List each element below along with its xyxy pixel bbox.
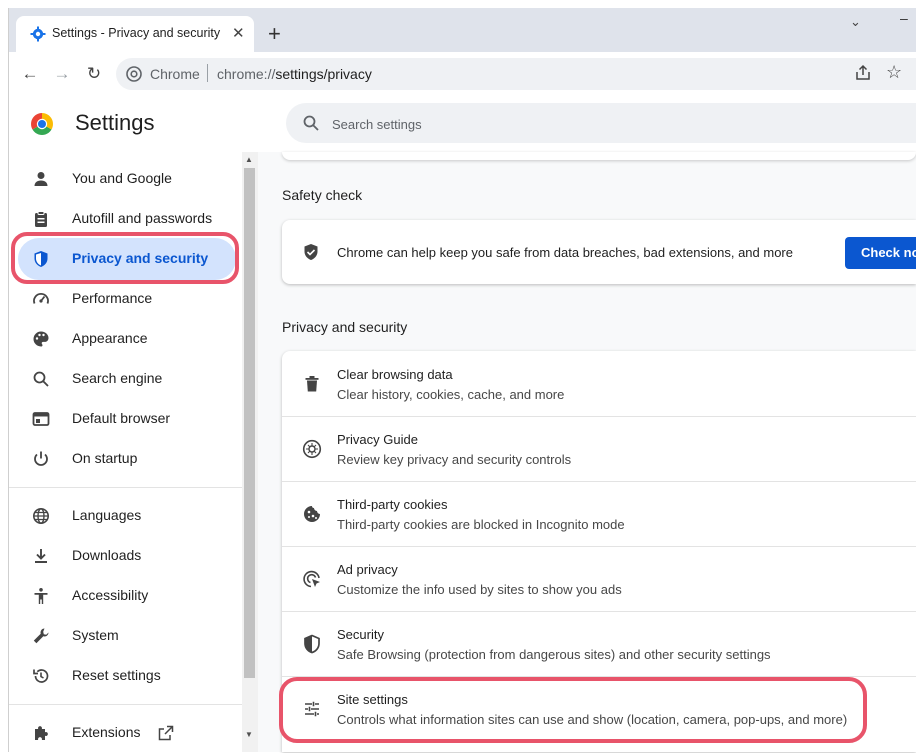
gear-icon [30, 26, 46, 42]
row-security[interactable]: Security Safe Browsing (protection from … [282, 611, 916, 676]
page-title: Settings [75, 110, 155, 135]
row-subtitle: Safe Browsing (protection from dangerous… [337, 647, 771, 662]
row-divider [282, 416, 916, 417]
sidebar-divider [8, 704, 242, 705]
annotation-highlight-ring [11, 232, 239, 284]
row-privacy-guide[interactable]: Privacy Guide Review key privacy and sec… [282, 416, 916, 481]
clipboard-icon [35, 211, 47, 227]
browser-window-icon [32, 412, 50, 426]
section-title-privacy-and-security: Privacy and security [282, 319, 408, 335]
sidebar-item-label: Autofill and passwords [72, 210, 213, 226]
forward-button[interactable]: → [50, 62, 74, 86]
row-third-party-cookies[interactable]: Third-party cookies Third-party cookies … [282, 481, 916, 546]
sidebar-item-on-startup[interactable]: On startup [8, 439, 242, 479]
sidebar-item-label: You and Google [72, 170, 172, 186]
wrench-icon [33, 628, 49, 644]
url-path: settings/privacy [275, 66, 372, 82]
trash-icon [305, 376, 319, 392]
sidebar-item-label: On startup [72, 450, 138, 466]
tab-title: Settings - Privacy and security [52, 26, 221, 40]
sidebar-item-you-and-google[interactable]: You and Google [8, 159, 242, 199]
sidebar-item-default-browser[interactable]: Default browser [8, 399, 242, 439]
safety-check-description: Chrome can help keep you safe from data … [337, 245, 793, 260]
open-in-new-icon[interactable] [158, 725, 174, 741]
row-subtitle: Third-party cookies are blocked in Incog… [337, 517, 625, 532]
sidebar-item-label: Appearance [72, 330, 148, 346]
sidebar-item-label: Default browser [72, 410, 171, 426]
row-subtitle: Customize the info used by sites to show… [337, 582, 622, 597]
puzzle-icon [35, 726, 48, 740]
ad-target-icon [303, 570, 320, 588]
shield-check-icon [304, 244, 318, 260]
sidebar-item-languages[interactable]: Languages [8, 496, 242, 536]
chrome-logo-icon [31, 113, 53, 135]
row-title: Ad privacy [337, 562, 398, 577]
row-title: Clear browsing data [337, 367, 453, 382]
compass-icon [302, 439, 322, 459]
power-icon [34, 451, 48, 466]
window-border [8, 8, 9, 752]
search-icon [303, 115, 319, 131]
sidebar-item-label: Performance [72, 290, 153, 306]
sidebar-item-accessibility[interactable]: Accessibility [8, 576, 242, 616]
sidebar-item-appearance[interactable]: Appearance [8, 319, 242, 359]
search-input[interactable] [330, 111, 734, 137]
sidebar-item-label: Reset settings [72, 667, 161, 683]
section-title-safety-check: Safety check [282, 187, 363, 203]
scroll-up-arrow-icon[interactable]: ▲ [245, 155, 253, 164]
annotation-highlight-ring [279, 677, 867, 743]
row-title: Third-party cookies [337, 497, 448, 512]
globe-icon [33, 508, 49, 524]
previous-card-edge [282, 152, 916, 160]
share-icon[interactable] [854, 64, 872, 82]
row-title: Privacy Guide [337, 432, 418, 447]
scroll-down-arrow-icon[interactable]: ▼ [245, 730, 253, 739]
row-ad-privacy[interactable]: Ad privacy Customize the info used by si… [282, 546, 916, 611]
reload-button[interactable]: ↻ [82, 62, 106, 86]
row-divider [282, 611, 916, 612]
omnibox-chip[interactable]: Chrome [150, 66, 200, 82]
sidebar-item-reset-settings[interactable]: Reset settings [8, 656, 242, 696]
sidebar-item-label: Search engine [72, 370, 163, 386]
search-icon [33, 371, 49, 387]
row-divider [282, 546, 916, 547]
new-tab-button[interactable]: + [268, 20, 281, 48]
reset-history-icon [33, 669, 49, 683]
tab-settings[interactable]: Settings - Privacy and security ✕ [16, 16, 254, 52]
sidebar-item-search-engine[interactable]: Search engine [8, 359, 242, 399]
sidebar-divider [8, 487, 242, 488]
sidebar-item-label: Accessibility [72, 587, 149, 603]
bookmark-star-icon[interactable]: ☆ [886, 62, 902, 83]
sidebar-item-performance[interactable]: Performance [8, 279, 242, 319]
close-icon[interactable]: ✕ [232, 24, 245, 42]
omnibox-url[interactable]: chrome://settings/privacy [217, 66, 372, 82]
accessibility-icon [34, 588, 48, 604]
shield-half-icon [304, 634, 320, 654]
check-now-button[interactable]: Check now [845, 237, 916, 269]
download-icon [35, 549, 47, 563]
sidebar-item-system[interactable]: System [8, 616, 242, 656]
sidebar-item-label: Downloads [72, 547, 142, 563]
cookie-icon [304, 506, 320, 522]
sidebar-item-label: System [72, 627, 119, 643]
person-icon [34, 172, 48, 186]
row-title: Security [337, 627, 384, 642]
row-clear-browsing-data[interactable]: Clear browsing data Clear history, cooki… [282, 351, 916, 416]
palette-icon [33, 331, 49, 347]
sidebar-item-label: Extensions [72, 724, 141, 740]
url-scheme: chrome:// [217, 66, 276, 82]
row-subtitle: Clear history, cookies, cache, and more [337, 387, 565, 402]
chevron-down-icon[interactable]: ⌄ [850, 14, 861, 30]
scrollbar-thumb[interactable] [244, 168, 255, 678]
back-button[interactable]: ← [18, 62, 42, 86]
sidebar-item-downloads[interactable]: Downloads [8, 536, 242, 576]
row-divider [282, 481, 916, 482]
sidebar-item-extensions[interactable]: Extensions [8, 713, 242, 753]
omnibox-separator [207, 64, 208, 82]
sidebar-item-label: Languages [72, 507, 142, 523]
gauge-icon [33, 293, 49, 304]
minimize-button[interactable]: – [900, 10, 916, 28]
row-subtitle: Review key privacy and security controls [337, 452, 572, 467]
chrome-icon [126, 66, 142, 82]
